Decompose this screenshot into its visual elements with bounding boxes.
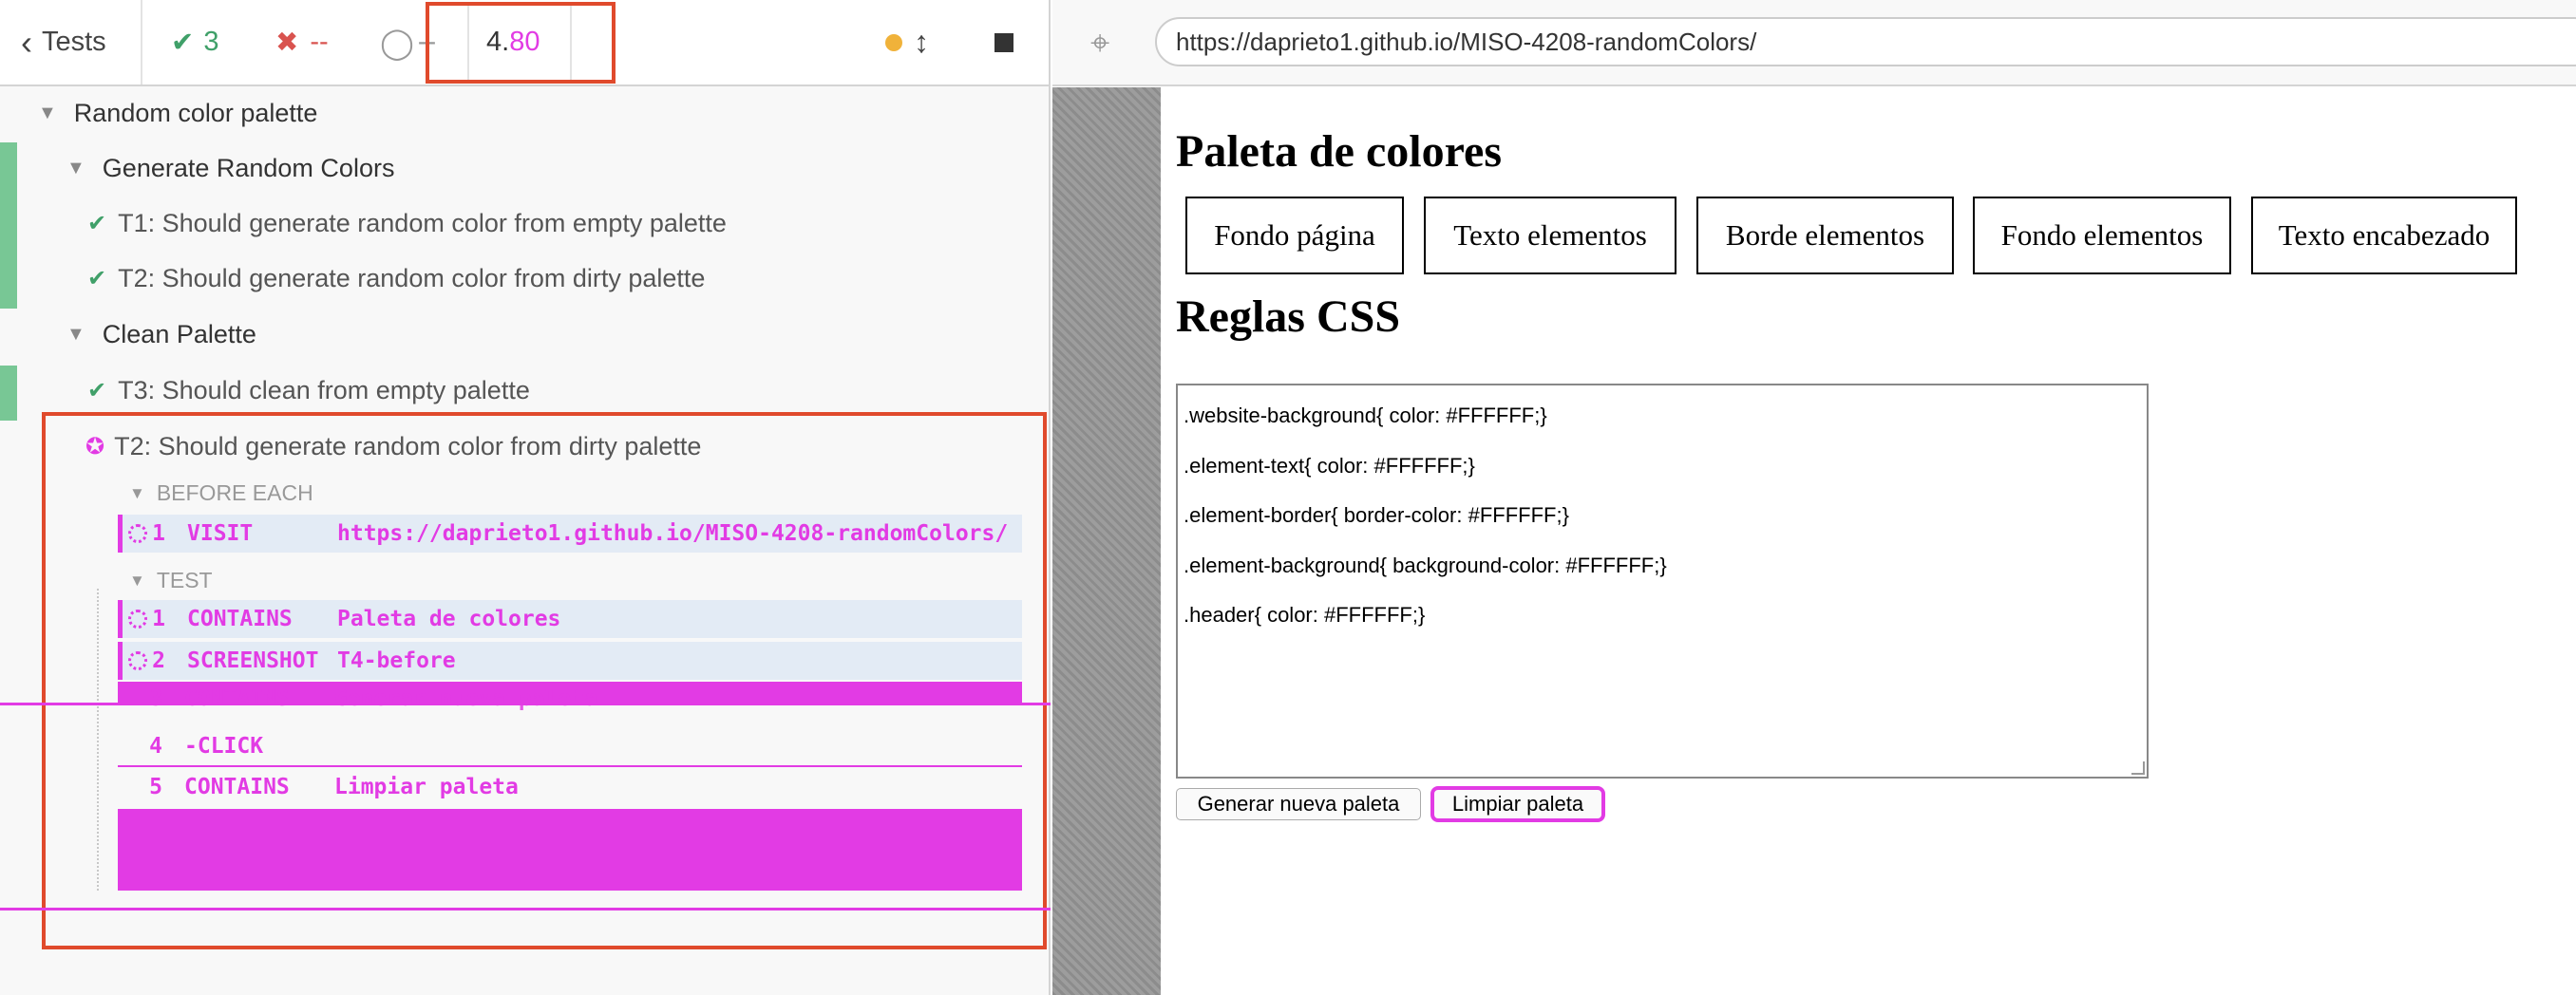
caret-down-icon: ▼ [66, 323, 85, 345]
chevron-left-icon: ‹ [21, 22, 32, 62]
check-icon: ✔ [87, 210, 107, 236]
css-heading: Reglas CSS [1176, 291, 1401, 342]
highlight-line [0, 703, 1051, 705]
divider [570, 6, 572, 80]
page-title: Paleta de colores [1176, 126, 1503, 177]
highlight-line [0, 908, 1051, 911]
scroll-arrows-icon: ↕ [914, 25, 929, 59]
test-title: T3: Should clean from empty palette [118, 375, 530, 404]
duration-highlight: 80 [509, 27, 540, 57]
divider [467, 6, 469, 80]
group-title: Clean Palette [102, 319, 256, 348]
stop-icon [994, 32, 1013, 52]
url-field[interactable]: https://daprieto1.github.io/MISO-4208-ra… [1155, 17, 2576, 66]
test-row[interactable]: ✔ T2: Should generate random color from … [0, 254, 1049, 302]
suite-title: Random color palette [73, 98, 318, 127]
stop-button[interactable] [994, 0, 1013, 84]
tests-back-button[interactable]: ‹ Tests [0, 0, 142, 84]
palette-swatch[interactable]: Texto elementos [1424, 197, 1676, 274]
clear-palette-button[interactable]: Limpiar paleta [1430, 786, 1605, 822]
css-rule: .element-border{ border-color: #FFFFFF;} [1184, 503, 1569, 527]
group-title: Generate Random Colors [102, 153, 395, 182]
test-row[interactable]: ✔ T3: Should clean from empty palette [0, 366, 1049, 414]
status-dot-icon [885, 33, 902, 51]
palette-swatch[interactable]: Texto encabezado [2251, 197, 2517, 274]
tests-label: Tests [42, 27, 106, 57]
browser-toolbar: ⌖ https://daprieto1.github.io/MISO-4208-… [1052, 0, 2576, 86]
group-row[interactable]: ▼ Clean Palette [0, 310, 1049, 358]
palette-swatch[interactable]: Fondo elementos [1973, 197, 2231, 274]
test-reporter: ‹ Tests ✔ 3 ✖ -- ◯ -- 4.80 ↕ ▼ Random co… [0, 0, 1051, 995]
css-rule: .element-text{ color: #FFFFFF;} [1184, 453, 1475, 478]
failed-stat: ✖ -- [275, 0, 329, 84]
selector-playground-icon[interactable]: ⌖ [1090, 23, 1109, 64]
spinner-icon: ◯ [380, 25, 414, 60]
resize-handle-icon[interactable] [2131, 761, 2145, 775]
caret-down-icon: ▼ [38, 102, 57, 123]
generate-palette-button[interactable]: Generar nueva paleta [1176, 788, 1421, 820]
reporter-header: ‹ Tests ✔ 3 ✖ -- ◯ -- 4.80 ↕ [0, 0, 1049, 86]
auto-scroll-toggle[interactable]: ↕ [885, 0, 929, 84]
app-under-test: Paleta de colores Fondo página Texto ele… [1161, 87, 2576, 995]
duration-base: 4. [486, 27, 510, 57]
suite-title-row[interactable]: ▼ Random color palette [0, 89, 1049, 137]
css-rule: .website-background{ color: #FFFFFF;} [1184, 404, 1547, 427]
check-icon: ✔ [87, 265, 107, 291]
palette-swatch[interactable]: Fondo página [1185, 197, 1404, 274]
check-icon: ✔ [87, 377, 107, 404]
duration-stat: 4.80 [426, 2, 616, 84]
annotation-outline [42, 412, 1047, 949]
test-title: T2: Should generate random color from di… [118, 263, 706, 292]
check-icon: ✔ [171, 28, 195, 58]
test-title: T1: Should generate random color from em… [118, 208, 727, 237]
viewport-gutter [1052, 87, 1161, 995]
test-row[interactable]: ✔ T1: Should generate random color from … [0, 199, 1049, 247]
css-rule: .element-background{ background-color: #… [1184, 553, 1667, 577]
failed-count: -- [310, 27, 329, 57]
group-row[interactable]: ▼ Generate Random Colors [0, 144, 1049, 192]
css-rules-textarea[interactable]: .website-background{ color: #FFFFFF;} .e… [1176, 384, 2149, 779]
caret-down-icon: ▼ [66, 157, 85, 178]
passed-count: 3 [203, 27, 219, 57]
x-icon: ✖ [275, 28, 299, 58]
palette-swatch[interactable]: Borde elementos [1696, 197, 1954, 274]
duration-value: 4.80 [486, 27, 540, 58]
passed-stat: ✔ 3 [171, 0, 218, 84]
css-rule: .header{ color: #FFFFFF;} [1184, 603, 1426, 627]
url-text: https://daprieto1.github.io/MISO-4208-ra… [1176, 27, 1757, 56]
